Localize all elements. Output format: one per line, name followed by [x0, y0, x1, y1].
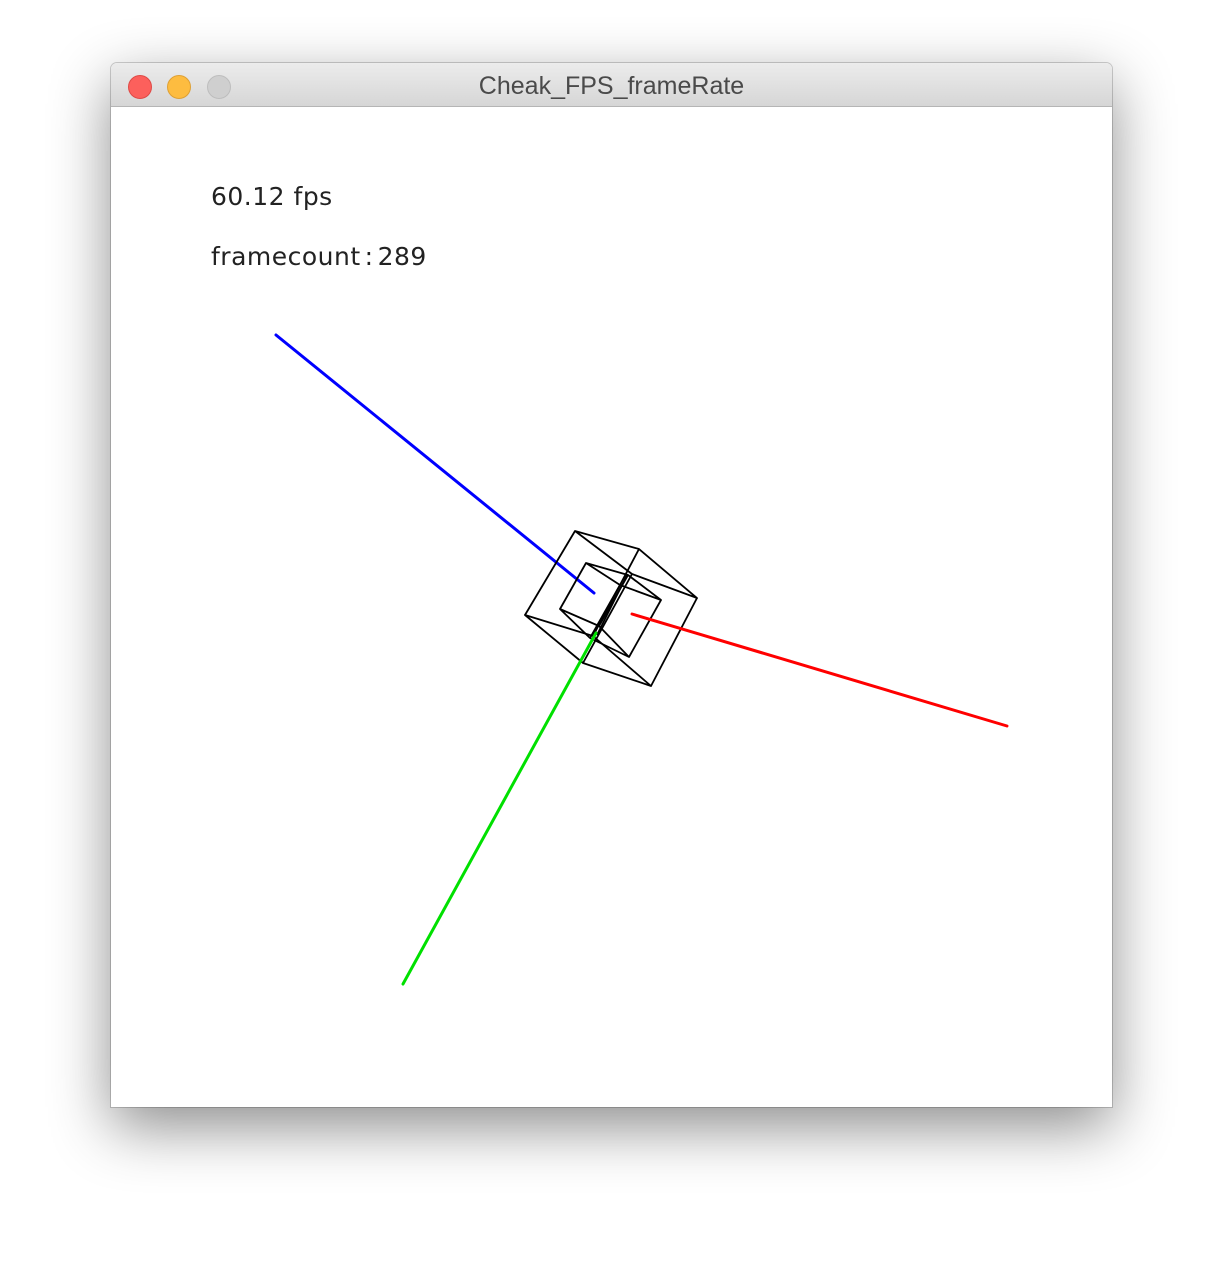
z-axis-line [274, 333, 596, 595]
y-axis-line [401, 631, 598, 986]
cube-edge [596, 574, 628, 636]
x-axis-line [630, 612, 1009, 728]
app-window: Cheak_FPS_frameRate 60.12 fps framecount… [111, 63, 1112, 1107]
title-bar[interactable]: Cheak_FPS_frameRate [111, 63, 1112, 107]
cube-edge [650, 597, 698, 687]
wireframe-cube [524, 530, 698, 687]
window-title: Cheak_FPS_frameRate [478, 72, 745, 100]
3d-scene [274, 333, 1009, 986]
sketch-canvas[interactable]: 60.12 fps framecount:289 [111, 107, 1112, 1107]
inner-cube-edge [628, 599, 662, 658]
